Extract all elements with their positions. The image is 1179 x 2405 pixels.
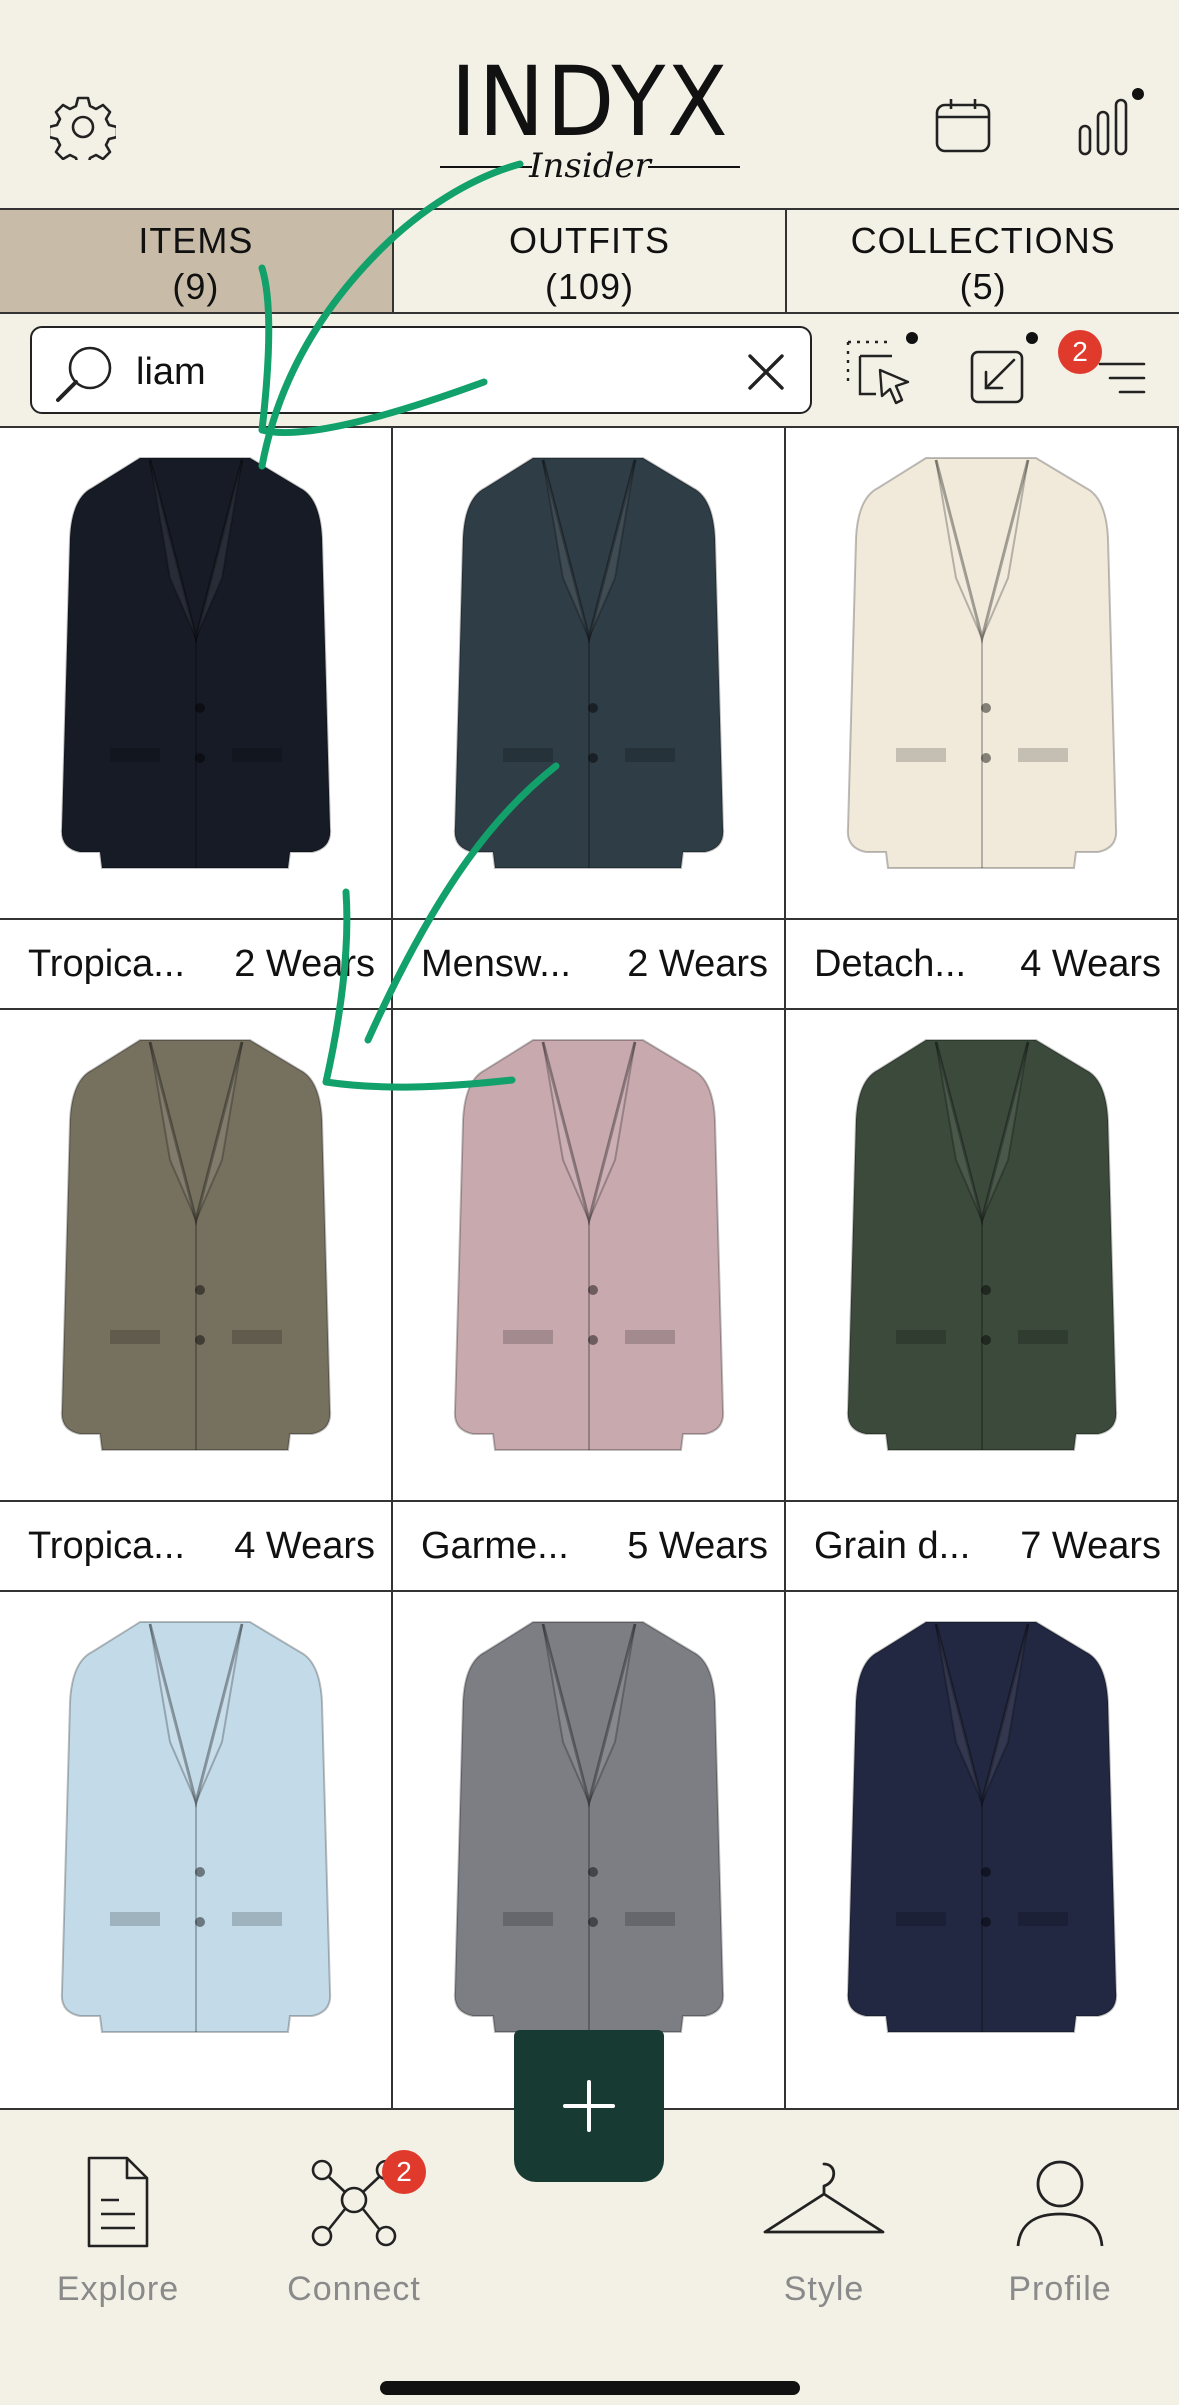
plus-icon [563,2080,615,2132]
item-caption: Mensw... 2 Wears [393,918,784,1008]
item-card[interactable]: Tropica... 4 Wears [0,1010,393,1592]
tab-collections[interactable]: COLLECTIONS (5) [787,210,1179,312]
blazer-image [60,1621,332,2033]
tab-items-label: ITEMS [138,220,254,261]
nav-style[interactable]: Style [724,2142,924,2309]
export-icon [970,332,1038,404]
clear-search-icon[interactable] [744,350,788,394]
item-caption: Garme... 5 Wears [393,1500,784,1590]
tab-items[interactable]: ITEMS (9) [0,210,394,312]
item-caption: Tropica... 4 Wears [0,1500,391,1590]
item-name: Detach... [814,942,967,985]
item-wear-count: 5 Wears [627,1524,768,1567]
nav-profile[interactable]: Profile [960,2142,1160,2309]
filter-count-badge: 2 [1058,330,1102,374]
document-icon [87,2156,149,2248]
items-grid: Tropica... 2 Wears Mensw... 2 Wears Detach..… [0,426,1179,2110]
settings-button[interactable] [44,88,122,166]
blazer-image [60,1039,332,1451]
search-icon [56,346,112,402]
app-logo: INDYX Insider [430,52,750,192]
tab-items-count: (9) [172,266,220,307]
nav-explore[interactable]: Explore [18,2142,218,2309]
gear-icon [50,96,116,160]
item-caption: Grain d... 7 Wears [786,1500,1177,1590]
blazer-image [60,457,332,869]
home-indicator [380,2381,800,2395]
blazer-image [453,457,725,869]
logo-subtitle: Insider [529,146,651,186]
item-wear-count: 2 Wears [627,942,768,985]
search-toolbar: liam 2 [0,314,1179,426]
item-card[interactable]: Grain d... 7 Wears [786,1010,1179,1592]
filter-button[interactable]: 2 [1058,328,1150,418]
add-item-button[interactable] [514,2030,664,2182]
item-wear-count: 4 Wears [234,1524,375,1567]
tab-outfits[interactable]: OUTFITS (109) [394,210,788,312]
item-caption: Detach... 4 Wears [786,918,1177,1008]
item-card[interactable]: Detach... 4 Wears [786,428,1179,1010]
blazer-image [846,1039,1118,1451]
connect-badge: 2 [382,2150,426,2194]
nav-explore-label: Explore [56,2270,180,2308]
item-name: Garme... [421,1524,569,1567]
search-input[interactable]: liam [30,326,812,414]
calendar-icon [935,99,991,153]
item-card[interactable]: Mensw... 2 Wears [393,428,786,1010]
select-cursor-icon [846,332,918,405]
tab-outfits-count: (109) [544,266,635,307]
tab-outfits-label: OUTFITS [509,220,670,261]
hanger-icon [763,2162,885,2234]
item-name: Grain d... [814,1524,971,1567]
item-card[interactable] [0,1592,393,2110]
logo-text: INDYX [450,46,730,158]
blazer-image [453,1039,725,1451]
export-button[interactable] [960,328,1050,418]
blazer-image [453,1621,725,2033]
stats-button[interactable] [1072,84,1148,160]
item-wear-count: 7 Wears [1020,1524,1161,1567]
item-name: Mensw... [421,942,571,985]
item-wear-count: 2 Wears [234,942,375,985]
blazer-image [846,457,1118,869]
person-icon [1016,2160,1104,2247]
app-header: INDYX Insider [0,0,1179,210]
nav-connect-label: Connect [287,2270,421,2308]
item-caption: Tropica... 2 Wears [0,918,391,1008]
item-name: Tropica... [28,942,185,985]
bar-chart-icon [1078,88,1144,156]
item-wear-count: 4 Wears [1020,942,1161,985]
calendar-button[interactable] [928,92,998,158]
item-card[interactable]: Garme... 5 Wears [393,1010,786,1592]
section-tabs: ITEMS (9) OUTFITS (109) COLLECTIONS (5) [0,208,1179,314]
item-name: Tropica... [28,1524,185,1567]
nav-profile-label: Profile [1008,2270,1112,2308]
nav-style-label: Style [783,2270,865,2308]
nav-connect[interactable]: 2 Connect [254,2142,454,2309]
item-card[interactable]: Tropica... 2 Wears [0,428,393,1010]
blazer-image [846,1621,1118,2033]
tab-collections-count: (5) [959,266,1007,307]
multi-select-button[interactable] [840,328,930,418]
tab-collections-label: COLLECTIONS [850,220,1116,261]
search-value: liam [136,351,206,393]
item-card[interactable] [786,1592,1179,2110]
